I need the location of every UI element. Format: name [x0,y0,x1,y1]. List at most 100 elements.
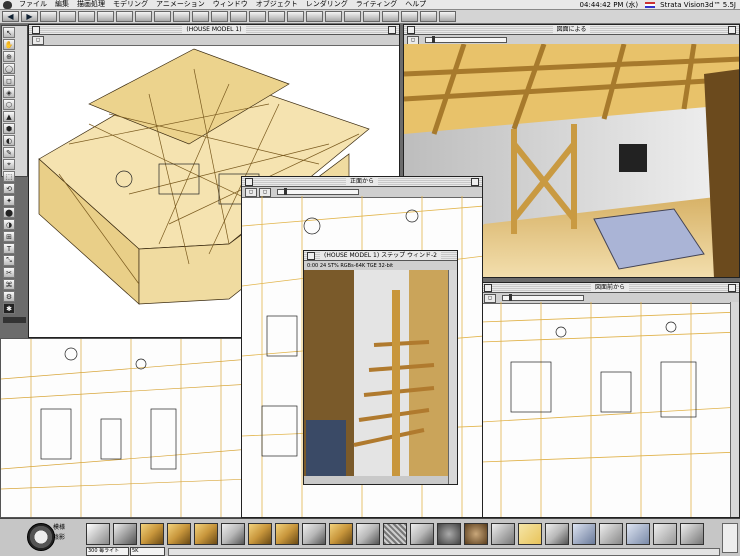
material-swatch[interactable] [491,523,515,545]
material-swatch[interactable] [599,523,623,545]
zoom-box-icon[interactable] [728,284,736,292]
menu-file[interactable]: ファイル [15,0,51,9]
zoom-box-icon[interactable] [388,26,396,34]
toolbar-button[interactable] [116,11,133,22]
menu-rendering[interactable]: レンダリング [302,0,352,9]
toolbar-button[interactable] [344,11,361,22]
tool-button[interactable]: ↖ [3,27,15,38]
apple-menu-icon[interactable] [3,0,12,9]
front-wireframe-titlebar[interactable]: 図面前から [481,283,739,293]
render-preview-titlebar[interactable]: (HOUSE MODEL 1) ステップ ウィンド-2 [304,251,457,261]
camera-slider[interactable] [425,36,507,43]
toolbar-button[interactable] [211,11,228,22]
tool-button[interactable]: ⌘ [3,279,15,290]
menu-modeling[interactable]: モデリング [109,0,152,9]
material-swatch[interactable] [113,523,137,545]
perspective-wireframe-view[interactable] [1,339,250,518]
close-box-icon[interactable] [307,252,315,260]
toolbar-button[interactable] [154,11,171,22]
house-model-titlebar[interactable]: (HOUSE MODEL 1) [29,25,399,35]
tool-button[interactable]: ⌖ [3,159,15,170]
material-swatch[interactable] [680,523,704,545]
forward-arrow-button[interactable]: ▶ [21,11,38,22]
tool-button[interactable]: ◯ [3,63,15,74]
menu-lighting[interactable]: ライティング [352,0,401,9]
interior-render-titlebar[interactable]: 図面による [404,25,739,35]
close-box-icon[interactable] [32,26,40,34]
tool-button[interactable]: T [3,243,15,254]
close-box-icon[interactable] [407,26,415,34]
toolbar-button[interactable] [249,11,266,22]
material-swatch[interactable] [572,523,596,545]
material-swatch[interactable] [248,523,272,545]
toolbar-button[interactable] [439,11,456,22]
tool-button[interactable]: ✋ [3,39,15,50]
material-dial-icon[interactable] [27,523,55,551]
toolbar-button[interactable] [40,11,57,22]
toolbar-button[interactable] [420,11,437,22]
material-swatch[interactable] [653,523,677,545]
material-swatch[interactable] [140,523,164,545]
tool-button[interactable]: ✦ [3,195,15,206]
app-name[interactable]: Strata Vision3d™ 5.5J [658,1,740,9]
menu-animation[interactable]: アニメーション [152,0,209,9]
tool-button[interactable]: ⚙ [3,291,15,302]
menu-render-process[interactable]: 描画処理 [73,0,109,9]
camera-slider[interactable] [277,188,359,195]
close-box-icon[interactable] [245,178,253,186]
menu-window[interactable]: ウィンドウ [209,0,252,9]
material-swatch[interactable] [221,523,245,545]
close-box-icon[interactable] [484,284,492,292]
keyboard-flag-icon[interactable] [645,1,656,8]
toolbar-button[interactable] [97,11,114,22]
toolbar-button[interactable] [268,11,285,22]
material-swatch[interactable] [383,523,407,545]
material-swatch[interactable] [464,523,488,545]
tool-button[interactable]: ⊞ [3,231,15,242]
zoom-box-icon[interactable] [728,26,736,34]
tool-button[interactable]: ✎ [3,147,15,158]
tool-button[interactable]: ◻ [3,75,15,86]
tool-button[interactable]: ◑ [3,219,15,230]
toolbar-button[interactable] [382,11,399,22]
material-swatch[interactable] [356,523,380,545]
tool-button[interactable]: ▲ [3,111,15,122]
toolbar-button[interactable] [306,11,323,22]
toolbar-button[interactable] [401,11,418,22]
tool-button[interactable]: ⬢ [3,123,15,134]
vertical-scrollbar[interactable] [730,302,739,517]
material-swatch[interactable] [626,523,650,545]
menu-help[interactable]: ヘルプ [401,0,430,9]
toolbar-button[interactable] [192,11,209,22]
material-swatch[interactable] [302,523,326,545]
vertical-scrollbar[interactable] [448,270,457,484]
tool-button[interactable]: ⤡ [3,255,15,266]
menu-edit[interactable]: 編集 [51,0,73,9]
toolbar-button[interactable] [325,11,342,22]
camera-slider[interactable] [502,294,584,301]
material-swatch[interactable] [194,523,218,545]
toolbar-button[interactable] [78,11,95,22]
material-swatch[interactable] [86,523,110,545]
toolbar-button[interactable] [173,11,190,22]
material-swatch[interactable] [410,523,434,545]
tool-button[interactable]: ⊕ [3,51,15,62]
palette-footer[interactable] [3,317,26,323]
toolbar-button[interactable] [363,11,380,22]
palette-side-button[interactable] [722,523,738,553]
menu-object[interactable]: オブジェクト [252,0,302,9]
material-swatch[interactable] [329,523,353,545]
render-preview-image[interactable] [304,270,457,476]
tool-button[interactable]: ⬤ [3,207,15,218]
material-swatch[interactable] [275,523,299,545]
tool-button[interactable]: ◐ [3,135,15,146]
back-arrow-button[interactable]: ◀ [2,11,19,22]
tool-button[interactable]: ⬡ [3,99,15,110]
toolbar-button[interactable] [135,11,152,22]
front-view-titlebar[interactable]: 正面から [242,177,482,187]
front-wireframe-view[interactable] [481,302,740,518]
material-swatch[interactable] [518,523,542,545]
tool-button[interactable]: ⬚ [3,171,15,182]
toolbar-button[interactable] [230,11,247,22]
toolbar-button[interactable] [59,11,76,22]
